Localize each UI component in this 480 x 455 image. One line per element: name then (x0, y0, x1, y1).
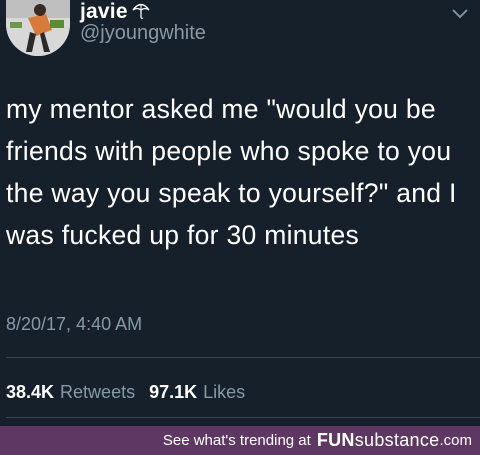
engagement-stats: 38.4K Retweets 97.1K Likes (6, 382, 253, 403)
avatar[interactable] (6, 0, 70, 56)
likes-label[interactable]: Likes (203, 382, 245, 403)
watermark-brand: FUNsubstance (317, 430, 440, 451)
handle[interactable]: @jyoungwhite (80, 22, 206, 45)
umbrella-icon (132, 1, 150, 24)
watermark-prefix: See what's trending at (162, 432, 311, 449)
chevron-down-icon[interactable] (450, 6, 470, 20)
retweets-label[interactable]: Retweets (60, 382, 135, 403)
likes-count[interactable]: 97.1K (149, 382, 197, 403)
watermark-banner: See what's trending at FUNsubstance .com (0, 426, 480, 455)
name-row: javie (80, 0, 150, 24)
watermark-brand-bold: FUN (316, 430, 355, 450)
divider (6, 417, 480, 418)
retweets-count[interactable]: 38.4K (6, 382, 54, 403)
watermark-brand-light: substance (354, 430, 440, 450)
timestamp[interactable]: 8/20/17, 4:40 AM (6, 314, 142, 335)
tweet-text: my mentor asked me "would you be friends… (6, 94, 457, 250)
divider (6, 357, 480, 358)
display-name[interactable]: javie (80, 0, 128, 24)
watermark-domain: .com (439, 432, 472, 449)
